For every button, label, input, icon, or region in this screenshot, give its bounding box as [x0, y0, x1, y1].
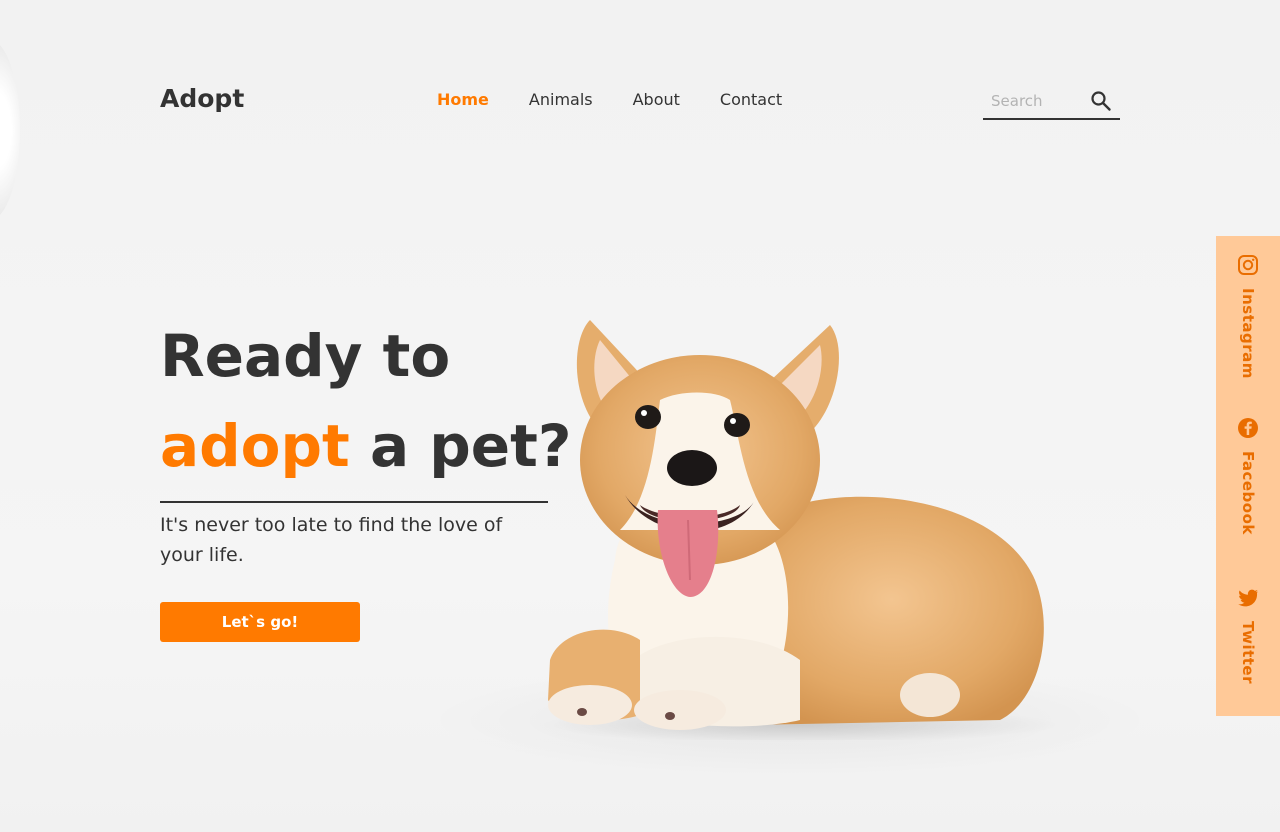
brand-logo[interactable]: Adopt: [160, 84, 244, 113]
instagram-icon: [1238, 255, 1258, 275]
hero-heading-line1: Ready to: [160, 322, 451, 390]
hero-heading-line2: adopt a pet?: [160, 408, 572, 484]
twitter-icon: [1238, 589, 1258, 607]
twitter-label: Twitter: [1239, 621, 1257, 684]
instagram-label: Instagram: [1239, 288, 1257, 379]
facebook-icon: [1238, 418, 1258, 438]
social-link-instagram[interactable]: Instagram: [1216, 254, 1280, 379]
social-link-facebook[interactable]: Facebook: [1216, 417, 1280, 535]
hero-heading: Ready to adopt a pet?: [160, 318, 572, 484]
corgi-image: [540, 320, 1060, 740]
nav-item-about[interactable]: About: [633, 90, 680, 110]
search-box: [983, 84, 1120, 120]
main-nav: Home Animals About Contact: [437, 90, 822, 110]
nav-item-home[interactable]: Home: [437, 90, 489, 110]
hero-heading-accent: adopt: [160, 412, 350, 480]
facebook-label: Facebook: [1239, 451, 1257, 535]
social-sidebar: Instagram Facebook Twitter: [1216, 236, 1280, 716]
social-link-twitter[interactable]: Twitter: [1216, 587, 1280, 684]
nav-item-contact[interactable]: Contact: [720, 90, 782, 110]
nav-item-animals[interactable]: Animals: [529, 90, 593, 110]
lets-go-button[interactable]: Let`s go!: [160, 602, 360, 642]
search-icon[interactable]: [1089, 89, 1113, 113]
hero-tagline: It's never too late to find the love of …: [160, 514, 503, 566]
search-input[interactable]: [991, 90, 1083, 112]
hero-divider: [160, 501, 548, 503]
